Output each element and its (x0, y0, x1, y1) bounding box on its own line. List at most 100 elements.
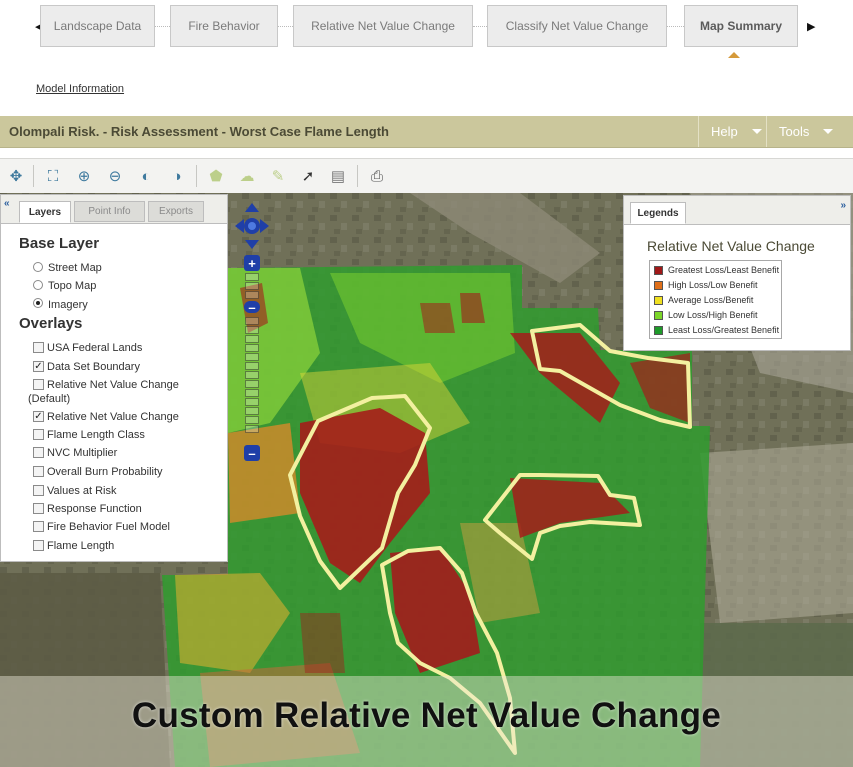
checkbox-overall-burn-probability[interactable] (33, 466, 44, 477)
zoom-level-slot[interactable] (245, 353, 259, 361)
active-step-caret-icon (728, 52, 740, 58)
legend-item: Greatest Loss/Least Benefit (654, 265, 779, 275)
zoom-level-slot[interactable] (245, 317, 259, 325)
checkbox-fire-behavior-fuel-model[interactable] (33, 521, 44, 532)
zoom-next-icon[interactable]: ◑ (166, 165, 188, 187)
legend-item-label: Average Loss/Benefit (668, 295, 754, 305)
checkbox-flame-length-class[interactable] (33, 429, 44, 440)
legend-title: Relative Net Value Change (647, 238, 815, 254)
toolbar-divider (33, 165, 34, 187)
chevron-down-icon (751, 129, 762, 134)
export-icon[interactable]: ⎙ (366, 165, 388, 187)
zoom-previous-icon[interactable]: ◐ (135, 165, 157, 187)
page-title: Olompali Risk. - Risk Assessment - Worst… (9, 124, 389, 139)
zoom-level-slot[interactable] (245, 282, 259, 290)
overlay-label-default: (Default) (28, 393, 71, 405)
help-menu-button[interactable]: Help (698, 116, 766, 147)
zoom-level-slot[interactable] (245, 273, 259, 281)
overlay-label: Values at Risk (47, 485, 117, 497)
checkbox-data-set-boundary[interactable]: ✓ (33, 361, 44, 372)
step-map-summary[interactable]: Map Summary (684, 5, 798, 47)
zoom-out-icon[interactable]: ⊖ (104, 165, 126, 187)
zoom-level-slot[interactable] (245, 425, 259, 433)
base-layer-heading: Base Layer (19, 235, 100, 252)
checkbox-nvc-multiplier[interactable] (33, 447, 44, 458)
zoom-level-slot[interactable] (245, 335, 259, 343)
legend-item-label: Least Loss/Greatest Benefit (668, 325, 780, 335)
tools-menu-button[interactable]: Tools (766, 116, 853, 147)
overlay-label: Flame Length (47, 540, 115, 552)
zoom-slider-handle[interactable]: – (244, 300, 260, 315)
radio-topo-map[interactable] (33, 280, 43, 290)
step-classify-net-value-change[interactable]: Classify Net Value Change (487, 5, 667, 47)
step-fire-behavior[interactable]: Fire Behavior (170, 5, 278, 47)
tab-point-info[interactable]: Point Info (74, 201, 145, 222)
tab-legends[interactable]: Legends (630, 202, 686, 224)
checkbox-values-at-risk[interactable] (33, 485, 44, 496)
zoom-extent-icon[interactable]: ⛶ (42, 165, 64, 187)
zoom-out-button[interactable]: – (244, 445, 260, 461)
expand-panel-icon[interactable]: » (840, 200, 846, 211)
model-information-link[interactable]: Model Information (36, 83, 124, 95)
attribute-table-icon[interactable]: ▤ (327, 165, 349, 187)
pan-control (235, 203, 269, 249)
overlay-label: USA Federal Lands (47, 342, 143, 354)
zoom-level-slot[interactable] (245, 380, 259, 388)
zoom-in-button[interactable]: + (244, 255, 260, 271)
checkbox-rnvc-default[interactable] (33, 379, 44, 390)
edit-polygon-icon[interactable]: ✎ (267, 165, 289, 187)
zoom-level-slot[interactable] (245, 344, 259, 352)
overlay-label: Response Function (47, 503, 142, 515)
tab-layers[interactable]: Layers (19, 201, 71, 223)
legend-swatch (654, 265, 663, 275)
checkbox-usa-federal-lands[interactable] (33, 342, 44, 353)
overlay-label: Flame Length Class (47, 429, 145, 441)
legend-box: Greatest Loss/Least Benefit High Loss/Lo… (649, 260, 782, 339)
draw-shape-icon[interactable]: ☁ (236, 165, 258, 187)
tab-exports[interactable]: Exports (148, 201, 204, 222)
radio-imagery[interactable] (33, 298, 43, 308)
legend-swatch (654, 325, 663, 335)
zoom-level-slot[interactable] (245, 291, 259, 299)
overlay-label: Relative Net Value Change (47, 379, 179, 391)
checkbox-flame-length[interactable] (33, 540, 44, 551)
nav-right-arrow-icon[interactable]: ▶ (807, 20, 815, 33)
legend-item-label: Low Loss/High Benefit (668, 310, 758, 320)
tools-menu-label: Tools (779, 124, 810, 139)
overlay-label: Data Set Boundary (47, 361, 140, 373)
legend-swatch (654, 295, 663, 305)
pan-arrows-icon[interactable] (235, 203, 269, 251)
zoom-level-slot[interactable] (245, 398, 259, 406)
zoom-level-slot[interactable] (245, 362, 259, 370)
title-bar: Olompali Risk. - Risk Assessment - Worst… (0, 116, 853, 148)
legend-panel: Legends » Relative Net Value Change Grea… (623, 195, 851, 351)
layers-panel-tabs: « Layers Point Info Exports (1, 195, 227, 224)
zoom-level-slot[interactable] (245, 416, 259, 424)
legend-item-label: Greatest Loss/Least Benefit (668, 265, 780, 275)
radio-street-map[interactable] (33, 262, 43, 272)
identify-icon[interactable]: ➚ (297, 165, 319, 187)
wizard-nav: ◀ Landscape Data Fire Behavior Relative … (0, 0, 853, 115)
zoom-level-slot[interactable] (245, 389, 259, 397)
zoom-level-slot[interactable] (245, 371, 259, 379)
legend-item: High Loss/Low Benefit (654, 280, 758, 290)
step-relative-net-value-change[interactable]: Relative Net Value Change (293, 5, 473, 47)
zoom-in-icon[interactable]: ⊕ (73, 165, 95, 187)
step-connector (473, 26, 487, 27)
toolbar-divider (196, 165, 197, 187)
zoom-level-slot[interactable] (245, 326, 259, 334)
legend-swatch (654, 310, 663, 320)
zoom-level-slot[interactable] (245, 407, 259, 415)
collapse-panel-icon[interactable]: « (4, 198, 10, 209)
step-landscape-data[interactable]: Landscape Data (40, 5, 155, 47)
step-connector (278, 26, 293, 27)
legend-swatch (654, 280, 663, 290)
legend-item-label: High Loss/Low Benefit (668, 280, 758, 290)
checkbox-response-function[interactable] (33, 503, 44, 514)
base-layer-label: Imagery (48, 299, 88, 311)
zoom-bar[interactable]: + – – (244, 255, 260, 461)
checkbox-rnvc[interactable]: ✓ (33, 411, 44, 422)
overlay-label: Relative Net Value Change (47, 411, 179, 423)
pan-icon[interactable]: ✥ (5, 165, 27, 187)
draw-polygon-icon[interactable]: ⬟ (205, 165, 227, 187)
